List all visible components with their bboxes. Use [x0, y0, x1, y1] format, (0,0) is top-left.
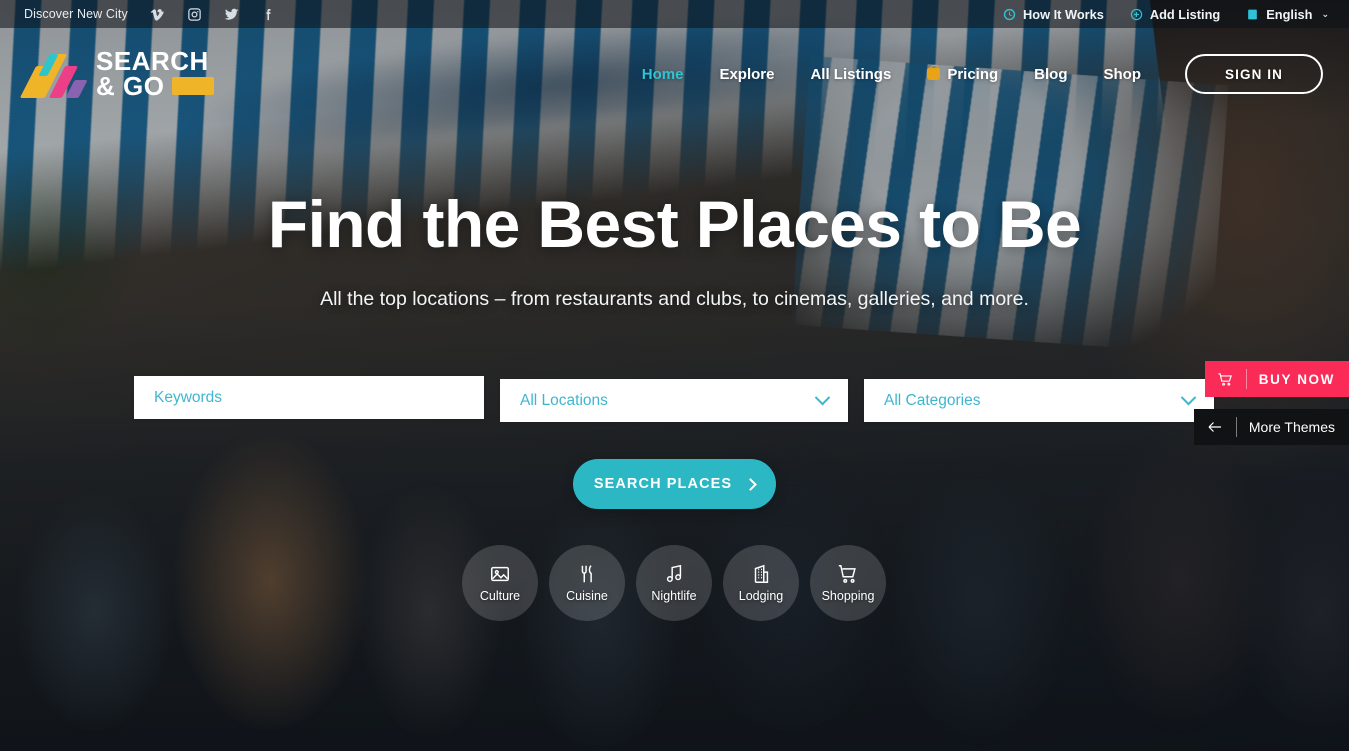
vimeo-icon[interactable] — [150, 7, 165, 22]
category-label: Cuisine — [566, 589, 608, 603]
arrow-left-icon — [1208, 422, 1221, 432]
locations-select[interactable]: All Locations — [500, 379, 848, 422]
sign-in-button[interactable]: SIGN IN — [1185, 54, 1323, 94]
logo-mark-icon — [19, 50, 88, 98]
main-navigation: Home Explore All Listings Pricing Blog S… — [624, 54, 1323, 94]
page-root: Discover New City How It Works Add Listi… — [0, 0, 1349, 751]
buy-now-label: BUY NOW — [1258, 371, 1335, 387]
locations-value: All Locations — [520, 391, 608, 409]
logo-line-2: & GO — [96, 71, 165, 101]
search-places-label: SEARCH PLACES — [593, 476, 733, 492]
nav-item-explore[interactable]: Explore — [701, 66, 792, 83]
nav-label-all-listings: All Listings — [810, 65, 892, 83]
category-label: Culture — [479, 589, 521, 603]
cart-icon — [1218, 372, 1232, 386]
how-it-works-label: How It Works — [1023, 6, 1104, 22]
chevron-down-icon: ⌄ — [1321, 8, 1329, 19]
logo-wordmark: SEARCH & GO — [96, 48, 215, 101]
image-icon — [491, 566, 509, 582]
topbar-right-group: How It Works Add Listing English ⌄ — [1003, 7, 1349, 22]
nav-item-pricing[interactable]: Pricing — [909, 65, 1016, 83]
logo-badge — [172, 77, 215, 96]
site-logo[interactable]: SEARCH & GO — [19, 48, 215, 101]
category-nightlife[interactable]: Nightlife — [636, 545, 712, 621]
category-cuisine[interactable]: Cuisine — [549, 545, 625, 621]
categories-value: All Categories — [884, 391, 981, 409]
flag-icon — [1248, 9, 1258, 19]
nav-label-home: Home — [641, 65, 684, 83]
add-listing-label: Add Listing — [1149, 6, 1221, 22]
plus-circle-icon — [1130, 8, 1143, 20]
hero-subtitle: All the top locations – from restaurants… — [320, 288, 1029, 310]
top-utility-bar: Discover New City How It Works Add Listi… — [0, 0, 1349, 28]
more-themes-button[interactable]: More Themes — [1193, 409, 1349, 445]
divider — [1245, 369, 1247, 389]
category-lodging[interactable]: Lodging — [723, 545, 799, 621]
category-shortcuts: Culture Cuisine Nightlife Lodging Shoppi… — [462, 545, 886, 621]
twitter-icon[interactable] — [224, 7, 239, 22]
more-themes-label: More Themes — [1248, 419, 1335, 435]
nav-item-home[interactable]: Home — [624, 66, 702, 83]
nav-label-shop: Shop — [1103, 65, 1142, 83]
shopping-cart-icon — [838, 565, 856, 583]
language-label: English — [1266, 6, 1313, 22]
language-selector[interactable]: English ⌄ — [1246, 7, 1329, 22]
add-listing-link[interactable]: Add Listing — [1130, 7, 1220, 22]
building-icon — [754, 564, 769, 583]
category-label: Shopping — [821, 589, 875, 603]
clock-icon — [1003, 8, 1016, 20]
category-culture[interactable]: Culture — [462, 545, 538, 621]
search-input[interactable] — [154, 388, 464, 407]
chevron-right-icon — [744, 477, 758, 491]
hero-title: Find the Best Places to Be — [267, 187, 1082, 261]
how-it-works-link[interactable]: How It Works — [1003, 7, 1104, 22]
nav-item-all-listings[interactable]: All Listings — [792, 66, 909, 83]
nav-label-pricing: Pricing — [947, 65, 999, 83]
category-label: Lodging — [738, 589, 784, 603]
buy-now-button[interactable]: BUY NOW — [1204, 361, 1349, 397]
social-links — [150, 7, 276, 22]
search-places-button[interactable]: SEARCH PLACES — [573, 459, 776, 509]
nav-item-shop[interactable]: Shop — [1086, 66, 1160, 83]
utensils-icon — [581, 565, 592, 583]
instagram-icon[interactable] — [187, 7, 202, 22]
category-label: Nightlife — [651, 589, 697, 603]
site-tagline: Discover New City — [24, 7, 128, 21]
categories-select[interactable]: All Categories — [864, 379, 1214, 422]
keywords-field[interactable] — [134, 376, 484, 419]
divider — [1235, 417, 1237, 437]
site-header: SEARCH & GO Home Explore All Listings Pr… — [0, 28, 1349, 120]
tag-icon — [927, 65, 941, 80]
music-note-icon — [666, 564, 682, 583]
facebook-icon[interactable] — [261, 7, 276, 22]
chevron-down-icon — [814, 389, 831, 406]
category-shopping[interactable]: Shopping — [810, 545, 886, 621]
nav-label-explore: Explore — [719, 65, 775, 83]
nav-item-blog[interactable]: Blog — [1016, 66, 1085, 83]
topbar-left-group: Discover New City — [0, 7, 276, 22]
search-form: All Locations All Categories — [134, 376, 1214, 422]
nav-label-blog: Blog — [1034, 65, 1068, 83]
chevron-down-icon — [1180, 389, 1197, 406]
